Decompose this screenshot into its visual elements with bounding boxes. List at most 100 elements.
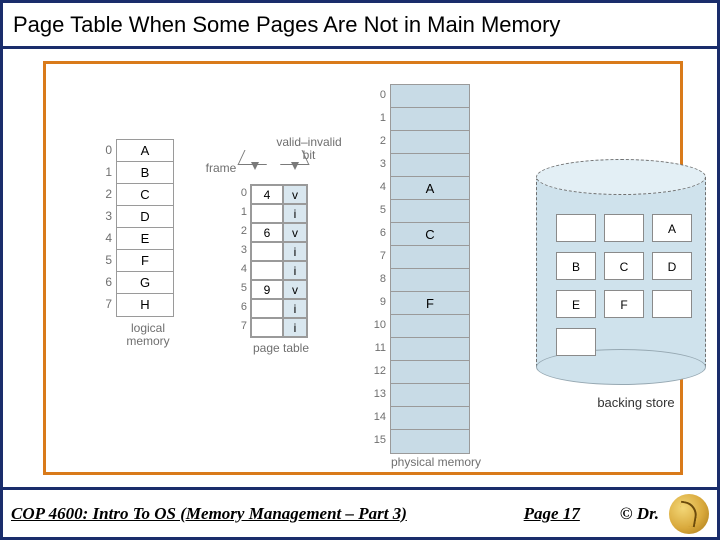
page-table-bit-cell: v [283,185,307,204]
ucf-logo-icon [669,494,709,534]
physical-memory-index: 13 [366,383,386,406]
logical-memory-index: 1 [98,161,112,183]
logical-memory-index: 6 [98,271,112,293]
physical-memory-cell [391,269,469,292]
logical-memory-index: 2 [98,183,112,205]
page-table-bit-cell: i [283,242,307,261]
backing-store: ABCDEF [536,159,706,384]
backing-store-cell [652,290,692,318]
page-table-index: 0 [233,184,247,203]
logical-memory-cell: G [117,272,173,294]
page-table-index: 5 [233,279,247,298]
logical-memory-index: 5 [98,249,112,271]
arrow-frame-icon [241,162,267,184]
page-table-row: i [251,318,307,337]
physical-memory-cell [391,407,469,430]
physical-memory-cell [391,384,469,407]
physical-memory-cell: F [391,292,469,315]
physical-memory-cell [391,108,469,131]
backing-store-cell [604,214,644,242]
backing-store-cell: F [604,290,644,318]
page-table-row: i [251,204,307,223]
page-table-bit-cell: i [283,261,307,280]
logical-memory-cell: E [117,228,173,250]
content-area: 01234567 ABCDEFGH logical memory frame v… [3,49,717,487]
physical-memory-index: 2 [366,130,386,153]
logical-memory-cell: C [117,184,173,206]
page-table-row: 9v [251,280,307,299]
physical-memory-cell: A [391,177,469,200]
page-table-row: i [251,261,307,280]
logical-memory-index: 7 [98,293,112,315]
logical-memory-cell: A [117,140,173,162]
backing-store-cell: B [556,252,596,280]
backing-store-cell [556,214,596,242]
page-table-row: i [251,242,307,261]
backing-store-cell [556,328,596,356]
footer: COP 4600: Intro To OS (Memory Management… [3,487,717,537]
logical-memory-cell: F [117,250,173,272]
page-table-bit-cell: i [283,299,307,318]
page-table-frame-cell [251,242,283,261]
backing-store-label: backing store [586,396,686,410]
physical-memory-index: 3 [366,153,386,176]
arrow-bit-icon [281,162,307,184]
backing-store-cell: E [556,290,596,318]
page-table-index: 4 [233,260,247,279]
physical-memory-cell [391,85,469,108]
page-table-bit-cell: i [283,204,307,223]
footer-copyright: © Dr. [620,504,659,524]
footer-course: COP 4600: Intro To OS (Memory Management… [11,504,407,524]
physical-memory-index: 5 [366,199,386,222]
physical-memory-cell [391,338,469,361]
logical-memory-indices: 01234567 [98,139,112,315]
slide-title: Page Table When Some Pages Are Not in Ma… [13,12,560,38]
slide: Page Table When Some Pages Are Not in Ma… [0,0,720,540]
physical-memory-index: 11 [366,337,386,360]
physical-memory-cell [391,154,469,177]
physical-memory-index: 9 [366,291,386,314]
page-table-index: 3 [233,241,247,260]
diagram-frame: 01234567 ABCDEFGH logical memory frame v… [43,61,683,475]
physical-memory-label: physical memory [376,456,496,469]
page-table-row: i [251,299,307,318]
page-table-label: page table [236,342,326,355]
physical-memory-index: 14 [366,406,386,429]
logical-memory-cell: D [117,206,173,228]
physical-memory-index: 7 [366,245,386,268]
physical-memory-index: 8 [366,268,386,291]
physical-memory-index: 15 [366,429,386,452]
page-table-row: 4v [251,185,307,204]
page-table-frame-cell: 6 [251,223,283,242]
page-table-frame-cell [251,318,283,337]
backing-store-cells: ABCDEF [556,214,692,356]
page-table-index: 1 [233,203,247,222]
logical-memory-table: ABCDEFGH [116,139,174,317]
page-table-indices: 01234567 [233,184,247,336]
physical-memory-index: 6 [366,222,386,245]
page-table-index: 6 [233,298,247,317]
footer-page: Page 17 [524,504,580,524]
physical-memory-cell [391,430,469,453]
physical-memory-indices: 0123456789101112131415 [366,84,386,452]
logical-memory-cell: B [117,162,173,184]
disk-top-ellipse [536,159,706,195]
physical-memory-index: 10 [366,314,386,337]
physical-memory-index: 12 [366,360,386,383]
logical-memory-cell: H [117,294,173,316]
page-table-frame-cell [251,299,283,318]
page-table-frame-cell: 9 [251,280,283,299]
page-table-frame-cell [251,204,283,223]
logical-memory-index: 4 [98,227,112,249]
physical-memory-cell [391,315,469,338]
backing-store-cell: A [652,214,692,242]
page-table-index: 7 [233,317,247,336]
page-table-index: 2 [233,222,247,241]
physical-memory-cell [391,131,469,154]
page-table-bit-cell: i [283,318,307,337]
page-table-frame-cell [251,261,283,280]
page-table-bit-cell: v [283,280,307,299]
physical-memory-index: 0 [366,84,386,107]
page-table-bit-cell: v [283,223,307,242]
page-table-row: 6v [251,223,307,242]
